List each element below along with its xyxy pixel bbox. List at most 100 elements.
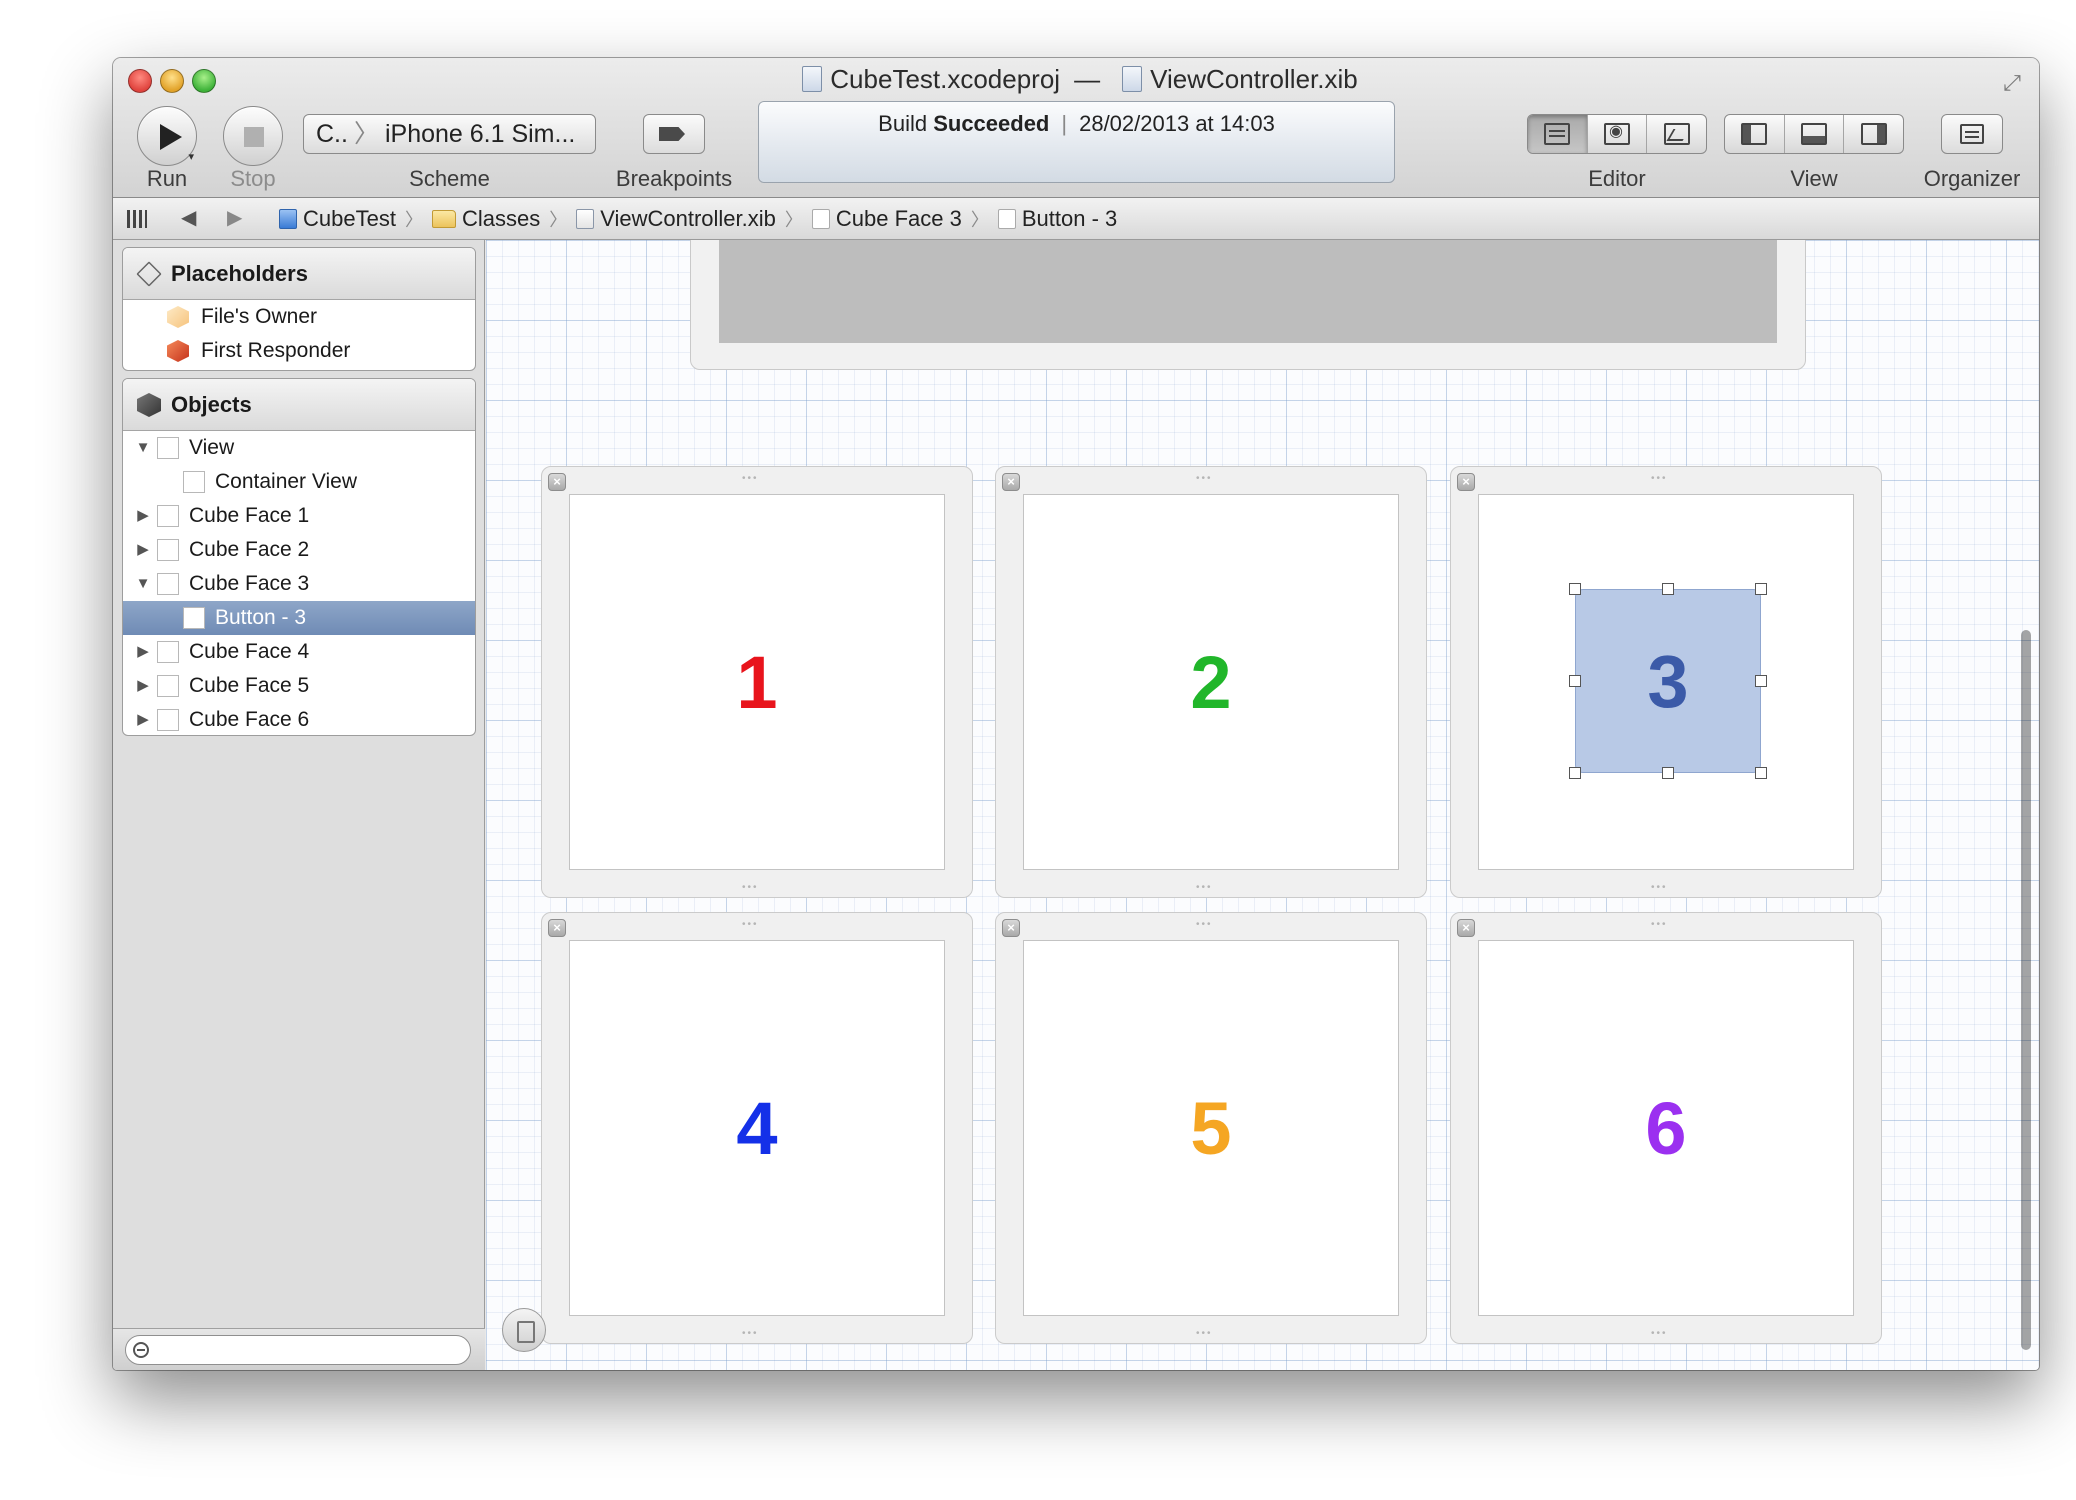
- organizer-label: Organizer: [1923, 166, 2021, 191]
- breadcrumb-label: Classes: [461, 206, 541, 231]
- build-status-result: Succeeded: [933, 111, 1050, 136]
- forward-arrow-icon[interactable]: ▶: [227, 205, 242, 230]
- face-button-label[interactable]: 6: [1479, 941, 1853, 1315]
- assistant-editor-button[interactable]: [1588, 115, 1648, 153]
- cube-face-view[interactable]: 5: [1023, 940, 1399, 1316]
- breadcrumb-project[interactable]: CubeTest 〉: [279, 206, 432, 232]
- stop-button[interactable]: [223, 106, 283, 166]
- breadcrumb-label: Button - 3: [1021, 206, 1118, 231]
- cube-face-frame[interactable]: × ••• ••• 5: [995, 912, 1427, 1344]
- stop-icon: [244, 127, 264, 147]
- scheme-label: Scheme: [409, 166, 490, 191]
- outline-filter-field[interactable]: [125, 1335, 471, 1365]
- disclosure-open-icon[interactable]: ▼: [133, 567, 153, 601]
- cube-face-view[interactable]: 4: [569, 940, 945, 1316]
- selection-resize-handle[interactable]: [1569, 675, 1581, 687]
- outline-item[interactable]: ▼ View: [123, 431, 475, 465]
- xcodeproj-icon: [802, 66, 823, 92]
- selection-resize-handle[interactable]: [1662, 583, 1674, 595]
- vertical-scrollbar[interactable]: [2021, 630, 2031, 1350]
- close-frame-icon[interactable]: ×: [548, 473, 566, 491]
- face-button-label[interactable]: 5: [1024, 941, 1398, 1315]
- window-title: CubeTest.xcodeproj — ViewController.xib: [113, 64, 2039, 95]
- selection-resize-handle[interactable]: [1755, 675, 1767, 687]
- objects-panel: Objects ▼ View Container View ▶ Cube Face 1 ▶…: [122, 378, 476, 736]
- resize-grip-icon: •••: [742, 1328, 759, 1339]
- outline-item[interactable]: ▶ Cube Face 5: [123, 669, 475, 703]
- close-frame-icon[interactable]: ×: [1457, 919, 1475, 937]
- utilities-toggle-button[interactable]: [1844, 115, 1903, 153]
- container-view[interactable]: [719, 240, 1777, 343]
- debug-area-toggle-button[interactable]: [1785, 115, 1845, 153]
- run-button[interactable]: ▾: [137, 106, 197, 166]
- face-button-label[interactable]: 1: [570, 495, 944, 869]
- selection-resize-handle[interactable]: [1755, 767, 1767, 779]
- cube-face-view[interactable]: 6: [1478, 940, 1854, 1316]
- scheme-destination: iPhone 6.1 Sim...: [384, 120, 576, 148]
- close-frame-icon[interactable]: ×: [548, 919, 566, 937]
- activity-viewer: Build Succeeded | 28/02/2013 at 14:03: [758, 101, 1395, 183]
- back-arrow-icon[interactable]: ◀: [181, 205, 196, 230]
- scheme-popup[interactable]: C.. 〉 iPhone 6.1 Sim...: [303, 114, 596, 154]
- cube-face-frame[interactable]: × ••• ••• 1: [541, 466, 973, 898]
- outline-item-first-responder[interactable]: First Responder: [123, 334, 475, 368]
- cube-face-frame[interactable]: × ••• ••• 2: [995, 466, 1427, 898]
- breadcrumb-button[interactable]: Button - 3: [997, 206, 1118, 232]
- face-button-label[interactable]: 2: [1024, 495, 1398, 869]
- files-owner-icon: [167, 306, 189, 328]
- view-icon: [811, 209, 830, 229]
- selection-resize-handle[interactable]: [1662, 767, 1674, 779]
- show-document-outline-button[interactable]: [502, 1308, 546, 1352]
- cube-face-view[interactable]: 2: [1023, 494, 1399, 870]
- disclosure-closed-icon[interactable]: ▶: [133, 499, 153, 533]
- interface-builder-canvas[interactable]: × ••• ••• 1 × ••• ••• 2 × ••• ••• 3 × ••• ••• 4 × ••• ••• 5…: [486, 240, 2039, 1370]
- outline-item[interactable]: ▼ Cube Face 3: [123, 567, 475, 601]
- jump-bar: ◀ ▶ CubeTest 〉 Classes 〉 ViewController.xi…: [113, 198, 2039, 240]
- selection-resize-handle[interactable]: [1755, 583, 1767, 595]
- close-frame-icon[interactable]: ×: [1002, 473, 1020, 491]
- organizer-button[interactable]: [1941, 114, 2003, 154]
- selection-resize-handle[interactable]: [1569, 767, 1581, 779]
- outline-item-files-owner[interactable]: File's Owner: [123, 300, 475, 334]
- resize-grip-icon: •••: [1651, 473, 1668, 484]
- outline-item[interactable]: ▶ Cube Face 4: [123, 635, 475, 669]
- disclosure-closed-icon[interactable]: ▶: [133, 533, 153, 567]
- cube-face-frame[interactable]: × ••• ••• 3: [1450, 466, 1882, 898]
- view-object-icon: [157, 539, 179, 561]
- cube-face-view[interactable]: 3: [1478, 494, 1854, 870]
- xcode-window: CubeTest.xcodeproj — ViewController.xib ⤢ …: [113, 58, 2039, 1370]
- cube-face-frame[interactable]: × ••• ••• 4: [541, 912, 973, 1344]
- outline-item[interactable]: ▶ Cube Face 6: [123, 703, 475, 735]
- outline-item[interactable]: Container View: [123, 465, 475, 499]
- cube-face-view[interactable]: 1: [569, 494, 945, 870]
- related-items-icon[interactable]: [127, 210, 147, 228]
- disclosure-closed-icon[interactable]: ▶: [133, 669, 153, 703]
- disclosure-closed-icon[interactable]: ▶: [133, 635, 153, 669]
- breakpoints-button[interactable]: [643, 114, 705, 154]
- standard-editor-button[interactable]: [1528, 115, 1588, 153]
- view-object-icon: [157, 573, 179, 595]
- outline-item-label: View: [189, 436, 235, 459]
- disclosure-open-icon[interactable]: ▼: [133, 431, 153, 465]
- breadcrumb-chevron-icon: 〉: [970, 210, 989, 230]
- breadcrumb-file[interactable]: ViewController.xib 〉: [576, 206, 812, 232]
- fullscreen-icon[interactable]: ⤢: [1999, 70, 2025, 96]
- outline-item[interactable]: Button - 3: [123, 601, 475, 635]
- outline-item-label: Cube Face 4: [189, 640, 310, 663]
- outline-item[interactable]: ▶ Cube Face 1: [123, 499, 475, 533]
- close-frame-icon[interactable]: ×: [1002, 919, 1020, 937]
- breadcrumb-group[interactable]: Classes 〉: [431, 206, 576, 232]
- cube-face-frame[interactable]: × ••• ••• 6: [1450, 912, 1882, 1344]
- breadcrumb-chevron-icon: 〉: [549, 210, 568, 230]
- outline-item[interactable]: ▶ Cube Face 2: [123, 533, 475, 567]
- face-button-selected[interactable]: 3: [1575, 589, 1761, 773]
- close-frame-icon[interactable]: ×: [1457, 473, 1475, 491]
- editor-segmented-control: [1527, 114, 1707, 154]
- face-button-label[interactable]: 4: [570, 941, 944, 1315]
- breadcrumb-view[interactable]: Cube Face 3 〉: [811, 206, 998, 232]
- navigator-toggle-button[interactable]: [1725, 115, 1785, 153]
- selection-resize-handle[interactable]: [1569, 583, 1581, 595]
- version-editor-button[interactable]: [1647, 115, 1706, 153]
- filter-icon: [133, 1342, 149, 1358]
- disclosure-closed-icon[interactable]: ▶: [133, 703, 153, 735]
